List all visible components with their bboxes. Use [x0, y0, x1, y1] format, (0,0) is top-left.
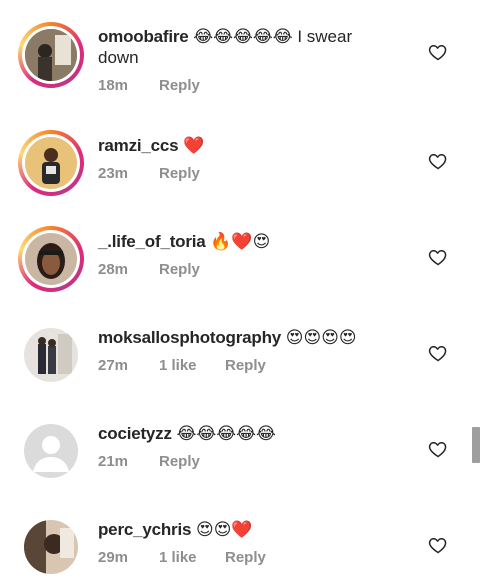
comment-username[interactable]: _.life_of_toria — [98, 232, 206, 251]
avatar[interactable] — [18, 322, 84, 388]
comment-text: moksallosphotography 😍😍😍😍 — [98, 327, 398, 348]
comment-time: 28m — [98, 261, 129, 278]
comment-time: 18m — [98, 77, 129, 94]
comment-username[interactable]: cocietyzz — [98, 424, 172, 443]
reply-button[interactable]: Reply — [159, 165, 200, 182]
comment-time: 23m — [98, 165, 129, 182]
comment-meta: 29m 1 like Reply — [98, 549, 266, 566]
comment-username[interactable]: omoobafire — [98, 27, 189, 46]
comment-body: 🔥❤️😍 — [205, 232, 271, 251]
comment-body: ❤️ — [178, 136, 205, 155]
comment-meta: 28m Reply — [98, 261, 200, 278]
comment-text: _.life_of_toria 🔥❤️😍 — [98, 231, 398, 252]
comment-time: 27m — [98, 357, 129, 374]
comment-body: 😍😍❤️ — [191, 520, 253, 539]
avatar[interactable] — [18, 514, 84, 580]
heart-outline-icon[interactable] — [428, 42, 448, 62]
comment-time: 21m — [98, 453, 129, 470]
comment-time: 29m — [98, 549, 129, 566]
reply-button[interactable]: Reply — [159, 77, 200, 94]
comment-likes[interactable]: 1 like — [159, 357, 225, 374]
heart-outline-icon[interactable] — [428, 535, 448, 555]
reply-button[interactable]: Reply — [159, 261, 200, 278]
comment-username[interactable]: ramzi_ccs — [98, 136, 179, 155]
avatar[interactable] — [18, 226, 84, 292]
heart-outline-icon[interactable] — [428, 151, 448, 171]
comment-meta: 18m Reply — [98, 77, 200, 94]
reply-button[interactable]: Reply — [225, 357, 266, 374]
comment-text: perc_ychris 😍😍❤️ — [98, 519, 398, 540]
heart-outline-icon[interactable] — [428, 439, 448, 459]
comment-username[interactable]: perc_ychris — [98, 520, 191, 539]
scrollbar-thumb[interactable] — [472, 427, 480, 463]
avatar[interactable] — [18, 130, 84, 196]
comment-body: 😂😂😂😂😂 — [171, 424, 276, 443]
comment-body: 😍😍😍😍 — [281, 328, 357, 347]
comment-text: omoobafire 😂😂😂😂😂 I swear down — [98, 26, 398, 68]
comment-meta: 27m 1 like Reply — [98, 357, 266, 374]
comment-username[interactable]: moksallosphotography — [98, 328, 281, 347]
comment-body: 😂😂😂😂😂 I swear — [188, 27, 353, 46]
heart-outline-icon[interactable] — [428, 343, 448, 363]
reply-button[interactable]: Reply — [225, 549, 266, 566]
heart-outline-icon[interactable] — [428, 247, 448, 267]
avatar[interactable] — [18, 418, 84, 484]
comment-body-continued: down — [98, 48, 139, 67]
reply-button[interactable]: Reply — [159, 453, 200, 470]
comment-likes[interactable]: 1 like — [159, 549, 225, 566]
comment-meta: 21m Reply — [98, 453, 200, 470]
comment-text: ramzi_ccs ❤️ — [98, 135, 398, 156]
avatar[interactable] — [18, 22, 84, 88]
comment-meta: 23m Reply — [98, 165, 200, 182]
comment-text: cocietyzz 😂😂😂😂😂 — [98, 423, 398, 444]
